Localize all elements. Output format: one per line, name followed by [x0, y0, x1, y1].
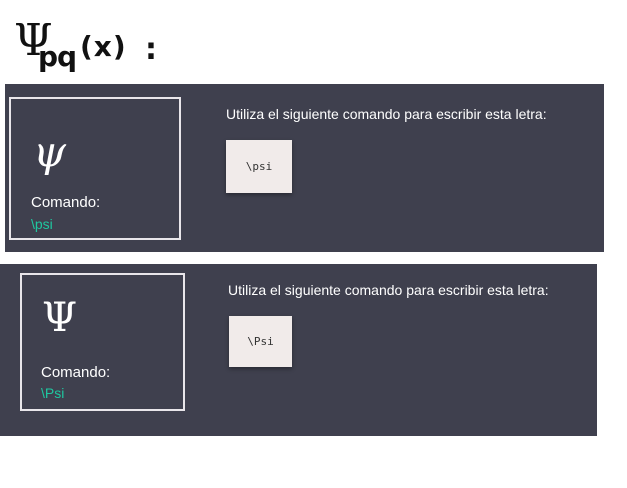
- symbol-glyph: ψ: [33, 127, 66, 176]
- handwritten-subscript: pq: [38, 40, 77, 73]
- symbol-card: ψ Comando: \psi: [9, 97, 181, 240]
- command-label: Comando:: [31, 194, 101, 211]
- handwritten-note: Ψ pq (x) :: [14, 16, 157, 76]
- command-label: Comando:: [41, 364, 111, 381]
- uppercase-psi-panel: Ψ Comando: \Psi Utiliza el siguiente com…: [0, 264, 597, 436]
- command-value: \psi: [31, 216, 53, 232]
- instruction-text: Utiliza el siguiente comando para escrib…: [226, 106, 547, 122]
- code-snippet-box[interactable]: \psi: [226, 140, 292, 193]
- code-snippet-box[interactable]: \Psi: [229, 316, 292, 367]
- lowercase-psi-panel: ψ Comando: \psi Utiliza el siguiente com…: [5, 84, 604, 252]
- command-value: \Psi: [41, 385, 65, 401]
- symbol-glyph: Ψ: [42, 295, 78, 341]
- handwritten-argument: (x): [80, 30, 127, 63]
- handwritten-colon: :: [145, 32, 157, 67]
- code-snippet: \Psi: [247, 335, 274, 348]
- instruction-text: Utiliza el siguiente comando para escrib…: [228, 282, 549, 298]
- symbol-card: Ψ Comando: \Psi: [20, 273, 185, 411]
- code-snippet: \psi: [245, 160, 273, 173]
